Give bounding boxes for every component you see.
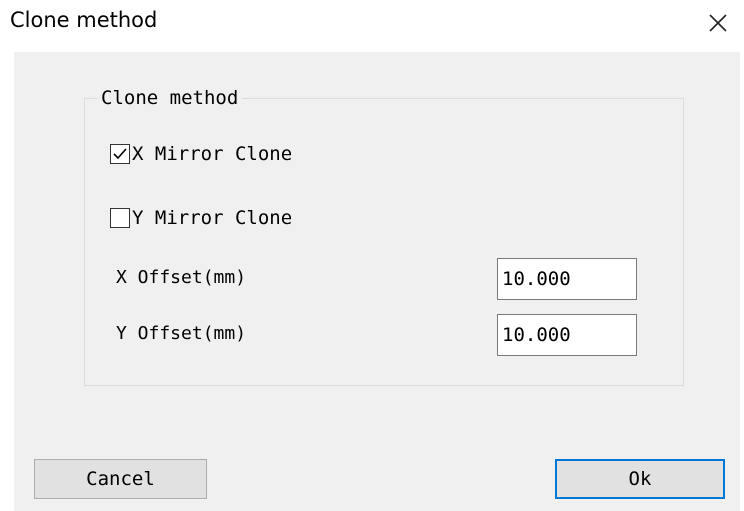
close-button[interactable]	[700, 6, 736, 40]
y-offset-label: Y Offset(mm)	[116, 323, 247, 344]
x-offset-label: X Offset(mm)	[116, 267, 247, 288]
x-mirror-clone-label: X Mirror Clone	[132, 143, 293, 165]
y-mirror-clone-checkbox[interactable]: Y Mirror Clone	[110, 207, 292, 229]
clone-method-dialog: Clone method Clone method X Mirror Clone…	[0, 0, 744, 511]
x-offset-input[interactable]	[497, 258, 637, 300]
y-mirror-clone-label: Y Mirror Clone	[132, 207, 293, 229]
cancel-button[interactable]: Cancel	[34, 459, 207, 499]
dialog-client-area: Clone method X Mirror Clone Y Mirror Clo…	[14, 52, 740, 511]
x-mirror-clone-checkbox[interactable]: X Mirror Clone	[110, 143, 292, 165]
group-title: Clone method	[97, 87, 243, 109]
y-mirror-checkbox-box[interactable]	[110, 208, 130, 228]
ok-button[interactable]: Ok	[555, 459, 725, 499]
window-title: Clone method	[10, 8, 158, 32]
close-icon	[709, 14, 727, 32]
x-mirror-checkbox-box[interactable]	[110, 144, 130, 164]
checkmark-icon	[113, 148, 127, 160]
clone-method-group: Clone method X Mirror Clone Y Mirror Clo…	[84, 87, 684, 386]
y-offset-input[interactable]	[497, 314, 637, 356]
